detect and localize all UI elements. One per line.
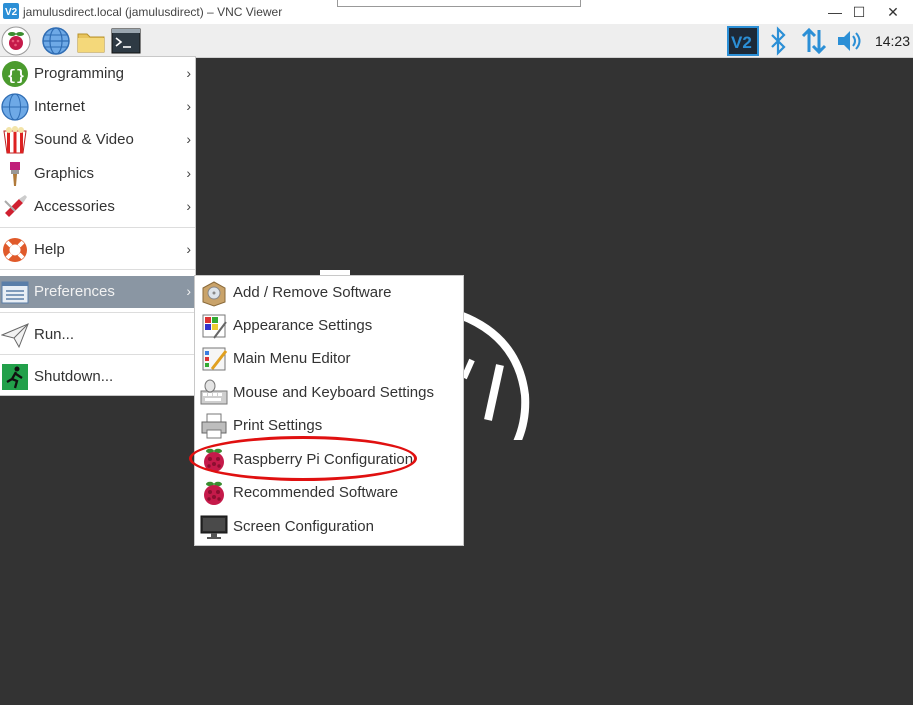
internet-globe-icon xyxy=(1,93,29,121)
menu-item-label: Shutdown... xyxy=(34,368,114,385)
menu-item-graphics[interactable]: Graphics › xyxy=(0,158,195,190)
menu-item-raspberry-pi-configuration[interactable]: Raspberry Pi Configuration xyxy=(195,444,463,476)
accessories-knife-icon xyxy=(4,195,27,217)
svg-text:V2: V2 xyxy=(5,7,18,18)
menu-item-mouse-keyboard-settings[interactable]: Mouse and Keyboard Settings xyxy=(195,377,463,409)
taskbar: V2 14:23 xyxy=(0,24,913,58)
bluetooth-icon[interactable] xyxy=(766,26,790,56)
menu-item-label: Preferences xyxy=(34,283,115,300)
menu-item-label: Print Settings xyxy=(233,417,323,434)
menu-item-label: Programming xyxy=(34,65,125,82)
chevron-right-icon: › xyxy=(186,165,191,181)
menu-editor-icon xyxy=(202,347,228,371)
menu-item-shutdown[interactable]: Shutdown... xyxy=(0,361,195,393)
help-lifebuoy-icon xyxy=(3,238,27,262)
menu-separator xyxy=(0,269,195,270)
svg-text:{}: {} xyxy=(7,68,25,85)
menu-item-label: Internet xyxy=(34,98,85,115)
preferences-submenu: Add / Remove Software Appearance Setting… xyxy=(195,276,463,545)
vnc-window-titlebar[interactable]: V2 jamulusdirect.local (jamulusdirect) –… xyxy=(0,0,913,24)
menu-separator xyxy=(0,354,195,355)
sound-video-icon xyxy=(3,126,27,154)
menu-item-accessories[interactable]: Accessories › xyxy=(0,191,195,223)
close-button[interactable]: ✕ xyxy=(873,0,913,24)
menu-item-run[interactable]: Run... xyxy=(0,319,195,351)
appearance-palette-icon xyxy=(202,314,227,339)
web-browser-icon[interactable] xyxy=(41,26,71,56)
svg-text:V2: V2 xyxy=(731,33,752,52)
menu-separator xyxy=(0,227,195,228)
menu-item-label: Sound & Video xyxy=(34,131,134,148)
menu-item-label: Recommended Software xyxy=(233,484,399,501)
menu-item-label: Add / Remove Software xyxy=(233,284,392,301)
menu-item-print-settings[interactable]: Print Settings xyxy=(195,410,463,442)
menu-item-screen-configuration[interactable]: Screen Configuration xyxy=(195,511,463,543)
menu-item-preferences[interactable]: Preferences › xyxy=(0,276,195,308)
vnc-server-icon[interactable]: V2 xyxy=(727,26,759,56)
menu-item-help[interactable]: Help › xyxy=(0,234,195,266)
menu-item-label: Mouse and Keyboard Settings xyxy=(233,384,434,401)
menu-item-main-menu-editor[interactable]: Main Menu Editor xyxy=(195,343,463,375)
menu-item-label: Accessories xyxy=(34,198,115,215)
raspberry-menu-icon[interactable] xyxy=(1,26,31,56)
raspberry-pi-config-icon xyxy=(204,448,224,472)
menu-item-internet[interactable]: Internet › xyxy=(0,91,195,123)
menu-item-label: Raspberry Pi Configuration xyxy=(233,451,414,468)
menu-item-label: Main Menu Editor xyxy=(233,350,351,367)
printer-icon xyxy=(201,413,227,439)
vnc-viewer-app-icon: V2 xyxy=(3,3,19,19)
package-box-icon xyxy=(202,281,226,307)
chevron-right-icon: › xyxy=(186,241,191,257)
terminal-icon[interactable] xyxy=(111,26,141,56)
shutdown-exit-icon xyxy=(2,364,28,390)
menu-item-label: Appearance Settings xyxy=(233,317,373,334)
volume-icon[interactable] xyxy=(835,26,863,56)
menu-separator xyxy=(0,312,195,313)
menu-item-appearance-settings[interactable]: Appearance Settings xyxy=(195,310,463,342)
menu-item-label: Graphics xyxy=(34,165,95,182)
vnc-toolbar-handle[interactable] xyxy=(337,0,581,7)
menu-item-add-remove-software[interactable]: Add / Remove Software xyxy=(195,277,463,309)
monitor-icon xyxy=(200,515,228,539)
mouse-keyboard-icon xyxy=(200,379,228,405)
menu-item-programming[interactable]: {} Programming › xyxy=(0,58,195,90)
programming-icon: {} xyxy=(2,61,28,87)
file-manager-icon[interactable] xyxy=(76,26,106,56)
graphics-brush-icon xyxy=(10,162,20,186)
chevron-right-icon: › xyxy=(186,98,191,114)
menu-item-label: Screen Configuration xyxy=(233,518,374,535)
preferences-icon xyxy=(1,281,29,304)
run-paper-plane-icon xyxy=(1,323,29,349)
raspberry-recommended-icon xyxy=(204,481,224,505)
window-title: jamulusdirect.local (jamulusdirect) – VN… xyxy=(23,5,283,19)
chevron-right-icon: › xyxy=(186,283,191,299)
menu-item-recommended-software[interactable]: Recommended Software xyxy=(195,477,463,509)
main-menu: {} Programming › Internet › Sound & Vide… xyxy=(0,57,195,395)
menu-item-sound-video[interactable]: Sound & Video › xyxy=(0,124,195,156)
menu-item-label: Help xyxy=(34,241,65,258)
network-icon[interactable] xyxy=(800,26,828,56)
chevron-right-icon: › xyxy=(186,198,191,214)
menu-item-label: Run... xyxy=(34,326,75,343)
chevron-right-icon: › xyxy=(186,65,191,81)
chevron-right-icon: › xyxy=(186,131,191,147)
clock[interactable]: 14:23 xyxy=(875,33,910,49)
